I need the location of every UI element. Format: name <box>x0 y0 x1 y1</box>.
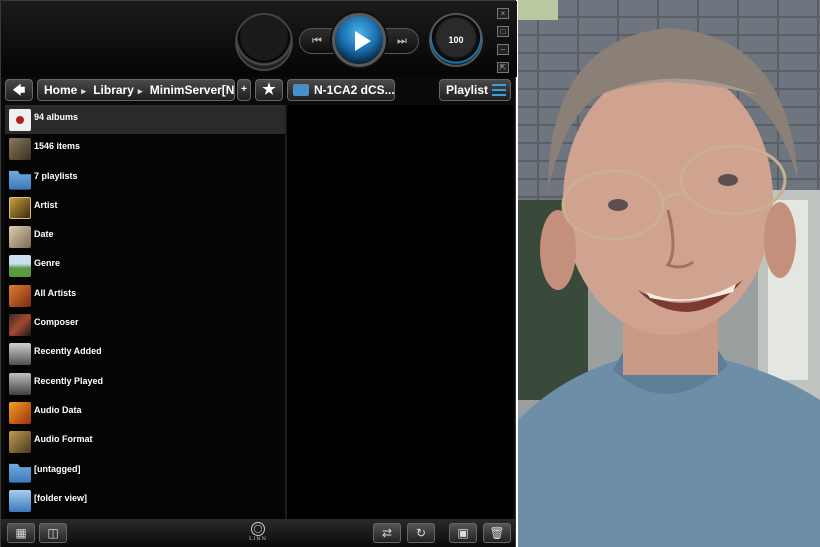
room-label: N-1CA2 dCS... <box>314 83 395 97</box>
linn-logo: ◯ LINN <box>248 522 268 542</box>
portrait-illustration <box>518 0 820 547</box>
list-item-label: [folder view] <box>34 492 88 503</box>
chevron-right-icon: ▸ <box>81 86 86 96</box>
list-item-label: Genre <box>34 258 61 269</box>
library-list: 94 albums 1546 items 7 playlists Artist … <box>5 105 285 519</box>
breadcrumb-library[interactable]: Library <box>93 83 134 97</box>
list-item[interactable]: Recently Added <box>5 339 285 368</box>
volume-value: 100 <box>448 35 464 45</box>
linn-logo-icon: ◯ <box>251 522 265 536</box>
list-item[interactable]: [folder view] <box>5 486 285 515</box>
list-item[interactable]: Artist <box>5 193 285 222</box>
album-art-icon <box>9 372 31 395</box>
list-item[interactable]: Audio Data <box>5 398 285 427</box>
list-item-label: Audio Format <box>34 434 93 445</box>
restore-icon[interactable]: □ <box>497 26 509 37</box>
playlist-pane <box>287 105 513 519</box>
album-view-icon[interactable]: ◫ <box>39 523 67 543</box>
list-item-label: Artist <box>34 199 58 210</box>
volume-knob[interactable]: 100 <box>429 13 483 67</box>
album-art-icon <box>9 196 31 219</box>
play-button[interactable] <box>332 13 386 67</box>
previous-track-icon[interactable]: ⏮ <box>304 31 330 51</box>
grid-view-icon[interactable]: ▦ <box>7 523 35 543</box>
logo-text: LINN <box>248 536 268 542</box>
list-item-label: 1546 items <box>34 141 81 152</box>
play-icon <box>355 31 371 51</box>
album-art-icon <box>9 314 31 337</box>
breadcrumb-server[interactable]: MinimServer[N-0 <box>150 83 234 97</box>
album-art-icon <box>9 226 31 249</box>
list-item[interactable]: Genre <box>5 251 285 280</box>
list-icon <box>492 84 506 96</box>
folder-icon <box>9 170 31 190</box>
list-item[interactable]: All Artists <box>5 281 285 310</box>
list-item-label: All Artists <box>34 287 77 298</box>
breadcrumb-more-button[interactable]: + <box>237 79 251 101</box>
list-item-label: Recently Added <box>34 346 102 357</box>
list-item[interactable]: Date <box>5 222 285 251</box>
source-knob[interactable] <box>235 13 293 71</box>
next-track-icon[interactable]: ⏭ <box>389 31 415 51</box>
linn-app-window: ⏮ ⏭ 100 × □ – ⇱ 🡄 Home ▸ Library ▸ MinimSe… <box>0 0 517 547</box>
breadcrumb-home[interactable]: Home <box>44 83 77 97</box>
room-icon <box>293 84 309 96</box>
player-controls: ⏮ ⏭ 100 × □ – ⇱ <box>1 1 517 77</box>
breadcrumb: Home▸ Library▸ MinimServer[N-0 <box>37 79 235 101</box>
list-item-label: [untagged] <box>34 463 81 474</box>
delete-icon[interactable]: 🗑 <box>483 523 511 543</box>
shuffle-icon[interactable]: ⇄ <box>373 523 401 543</box>
list-item[interactable]: 7 playlists <box>5 164 285 193</box>
list-item-label: 7 playlists <box>34 170 78 181</box>
playlist-button[interactable]: Playlist <box>439 79 511 101</box>
close-icon[interactable]: × <box>497 8 509 19</box>
list-item-label: Composer <box>34 317 79 328</box>
portrait-photo <box>518 0 820 547</box>
list-item-label: 94 albums <box>34 112 79 122</box>
mini-mode-icon[interactable]: ⇱ <box>497 62 509 73</box>
album-art-icon <box>9 284 31 307</box>
list-item-label: Recently Played <box>34 375 104 386</box>
album-art-icon <box>9 109 31 131</box>
album-art-icon <box>9 401 31 424</box>
list-item[interactable]: Composer <box>5 310 285 339</box>
chevron-right-icon: ▸ <box>137 86 143 96</box>
bookmark-star-icon[interactable]: ★ <box>255 79 283 101</box>
folder-icon <box>9 489 31 512</box>
list-item-label: Date <box>34 229 54 240</box>
minimize-icon[interactable]: – <box>497 44 509 55</box>
list-item[interactable]: 94 albums <box>5 105 285 135</box>
playlist-label: Playlist <box>446 83 489 97</box>
back-button[interactable]: 🡄 <box>5 79 33 101</box>
repeat-icon[interactable]: ↻ <box>407 523 435 543</box>
list-item[interactable]: [untagged] <box>5 457 285 486</box>
album-art-icon <box>9 138 31 161</box>
navigation-bar: 🡄 Home▸ Library▸ MinimServer[N-0 + ★ N-1… <box>5 79 511 103</box>
bottom-toolbar: ▦ ◫ ◯ LINN ⇄ ↻ ▣ 🗑 <box>1 519 515 547</box>
album-art-icon <box>9 343 31 366</box>
folder-icon <box>9 463 31 483</box>
save-icon[interactable]: ▣ <box>449 523 477 543</box>
list-item[interactable]: 1546 items <box>5 134 285 163</box>
album-art-icon <box>9 255 31 278</box>
room-selector-button[interactable]: N-1CA2 dCS... <box>287 79 395 101</box>
album-art-icon <box>9 431 31 454</box>
list-item[interactable]: Recently Played <box>5 369 285 398</box>
list-item-label: Audio Data <box>34 404 82 415</box>
list-item[interactable]: Audio Format <box>5 427 285 456</box>
